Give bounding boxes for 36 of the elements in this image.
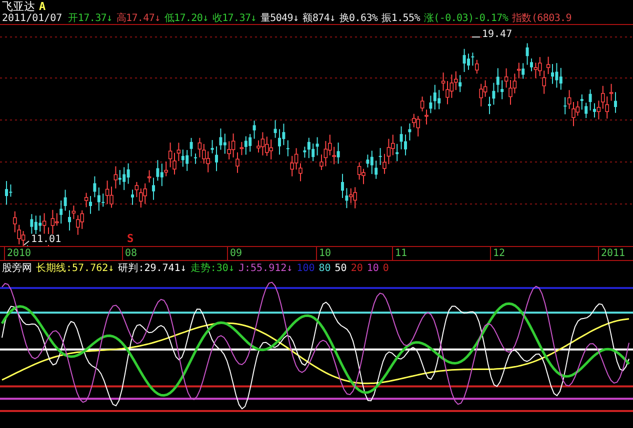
indicator-value: 长期线:57.762↓ [36, 262, 114, 275]
leader-line [472, 36, 480, 38]
quote-value: 低17.20↓ [164, 12, 208, 25]
high-price-label: 19.47 [482, 29, 512, 40]
axis-label: 08 [122, 247, 138, 260]
quote-value: 量5049↓ [260, 12, 299, 25]
axis-label: 2011 [598, 247, 626, 260]
level-label: 100 [296, 262, 315, 274]
indicator-value: 研判:29.741↓ [118, 262, 186, 275]
quote-value: 高17.47↓ [116, 12, 160, 25]
indicator-source: 股旁网 [2, 262, 32, 275]
quote-value: 指数(6803.9 [512, 12, 572, 25]
stock-class-label: A [39, 0, 46, 12]
axis-label: 09 [227, 247, 242, 260]
indicator-value: J:55.912↓ [238, 262, 293, 274]
level-label: 10 [366, 262, 379, 274]
level-label: 0 [382, 262, 389, 274]
axis-label: 10 [316, 247, 332, 260]
quote-value: 额874↓ [302, 12, 336, 25]
quote-value: 振1.55% [382, 12, 420, 25]
axis-label: 2010 [4, 247, 32, 260]
level-label: 80 [318, 262, 331, 274]
quote-value: 收17.37↓ [212, 12, 256, 25]
quote-value: 开17.37↓ [68, 12, 112, 25]
leader-line [24, 240, 30, 246]
stock-name: 飞亚达 [2, 0, 35, 14]
quote-value: 换0.63% [339, 12, 378, 25]
axis-label: 11 [392, 247, 408, 260]
quote-value: 涨(-0.03)-0.17% [424, 12, 508, 25]
level-label: 50 [334, 262, 347, 274]
indicator-value: 走势:30↓ [190, 262, 234, 275]
axis-label: 12 [490, 247, 506, 260]
signal-marker: S [127, 232, 134, 245]
low-price-label: 11.01 [31, 234, 62, 245]
level-label: 20 [350, 262, 363, 274]
quote-date: 2011/01/07 [2, 12, 62, 24]
